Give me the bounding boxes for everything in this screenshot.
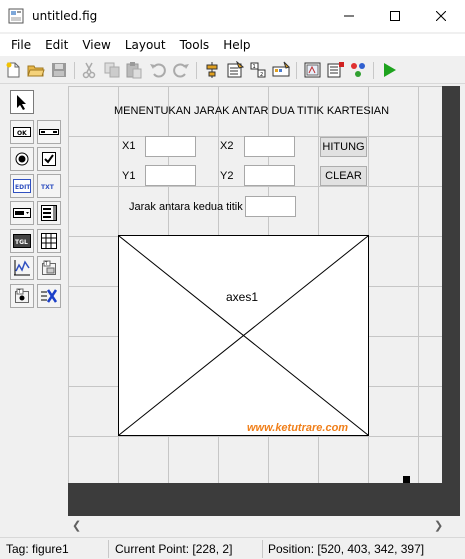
menu-help[interactable]: Help [216, 35, 257, 55]
toolbar: 12 [0, 57, 465, 84]
run-figure-icon[interactable] [380, 61, 398, 79]
toggle-button-icon[interactable]: TGL [10, 229, 34, 253]
axes1-label: axes1 [226, 290, 259, 304]
y2-label[interactable]: Y2 [220, 170, 233, 182]
menu-editor-icon[interactable] [226, 60, 245, 79]
panel-icon[interactable]: T [37, 256, 61, 280]
push-button-icon[interactable]: OK [10, 120, 34, 144]
status-tag: Tag: figure1 [6, 542, 69, 556]
status-separator [108, 540, 109, 558]
property-inspector-icon[interactable] [327, 61, 345, 79]
y1-input[interactable] [145, 165, 196, 186]
toolbar-separator [373, 62, 374, 79]
clear-button[interactable]: CLEAR [320, 166, 367, 186]
scroll-left-icon[interactable]: ❮ [72, 519, 81, 532]
axes-cross-lines [119, 236, 368, 435]
svg-text:OK: OK [17, 130, 27, 137]
redo-icon[interactable] [172, 61, 190, 79]
toolbar-separator [74, 62, 75, 79]
listbox-icon[interactable] [37, 201, 61, 225]
window-title: untitled.fig [32, 9, 98, 23]
svg-text:TXT: TXT [41, 184, 55, 191]
undo-icon[interactable] [149, 61, 167, 79]
button-group-icon[interactable]: T [10, 284, 34, 308]
axes1-placeholder[interactable]: axes1 www.ketutrare.com [118, 235, 369, 436]
y1-label[interactable]: Y1 [122, 170, 135, 182]
close-button[interactable] [418, 0, 464, 32]
open-folder-icon[interactable] [27, 61, 45, 79]
table-icon[interactable] [37, 229, 61, 253]
watermark-text: www.ketutrare.com [247, 422, 349, 434]
copy-icon[interactable] [103, 61, 121, 79]
menu-layout[interactable]: Layout [118, 35, 173, 55]
align-objects-icon[interactable] [203, 61, 221, 79]
save-icon[interactable] [50, 61, 68, 79]
edit-text-icon[interactable]: EDIT [10, 174, 34, 198]
svg-text:1: 1 [253, 64, 256, 70]
svg-text:T: T [17, 289, 21, 294]
paste-icon[interactable] [125, 61, 143, 79]
title-bar: untitled.fig [0, 0, 465, 32]
maximize-button[interactable] [372, 0, 418, 32]
figure-resize-handle[interactable] [403, 476, 410, 483]
menu-edit[interactable]: Edit [38, 35, 75, 55]
axes-icon[interactable] [10, 256, 34, 280]
toolbar-editor-icon[interactable] [272, 61, 290, 79]
component-palette: OK EDIT TXT TGL T T [8, 88, 63, 310]
status-position: Position: [520, 403, 342, 397] [268, 542, 425, 556]
svg-text:TGL: TGL [15, 239, 28, 246]
slider-icon[interactable] [37, 120, 61, 144]
distance-label[interactable]: Jarak antara kedua titik [129, 201, 243, 213]
cut-icon[interactable] [80, 61, 98, 79]
distance-output[interactable] [245, 196, 296, 217]
toolbar-separator [296, 62, 297, 79]
mfile-editor-icon[interactable] [304, 61, 322, 79]
svg-text:EDIT: EDIT [15, 184, 31, 191]
x1-input[interactable] [145, 136, 196, 157]
matlab-fig-icon [8, 8, 24, 24]
status-separator [262, 540, 263, 558]
radio-button-icon[interactable] [10, 147, 34, 171]
x1-label[interactable]: X1 [122, 140, 135, 152]
static-text-icon[interactable]: TXT [37, 174, 61, 198]
x2-input[interactable] [244, 136, 295, 157]
menu-file[interactable]: File [4, 35, 38, 55]
y2-input[interactable] [244, 165, 295, 186]
layout-canvas[interactable]: MENENTUKAN JARAK ANTAR DUA TITIK KARTESI… [68, 86, 460, 516]
status-bar: Tag: figure1 Current Point: [228, 2] Pos… [0, 537, 465, 559]
menu-bar: File Edit View Layout Tools Help [0, 34, 465, 56]
scroll-right-icon[interactable]: ❯ [434, 519, 443, 532]
svg-text:2: 2 [260, 72, 263, 78]
popup-menu-icon[interactable] [10, 201, 34, 225]
new-file-icon[interactable] [4, 61, 22, 79]
checkbox-icon[interactable] [37, 147, 61, 171]
select-arrow-icon[interactable] [10, 90, 34, 114]
hitung-button[interactable]: HITUNG [320, 137, 367, 157]
minimize-button[interactable] [326, 0, 372, 32]
toolbar-separator [196, 62, 197, 79]
object-browser-icon[interactable] [349, 61, 367, 79]
figure-title-text[interactable]: MENENTUKAN JARAK ANTAR DUA TITIK KARTESI… [114, 105, 389, 117]
activex-control-icon[interactable] [37, 284, 61, 308]
status-current-point: Current Point: [228, 2] [115, 542, 233, 556]
menu-view[interactable]: View [75, 35, 117, 55]
x2-label[interactable]: X2 [220, 140, 233, 152]
tab-order-editor-icon[interactable]: 12 [249, 61, 267, 79]
menu-tools[interactable]: Tools [173, 35, 217, 55]
horizontal-scrollbar[interactable]: ❮ ❯ [68, 516, 448, 533]
figure-grid[interactable]: MENENTUKAN JARAK ANTAR DUA TITIK KARTESI… [68, 86, 442, 483]
svg-text:T: T [44, 261, 48, 266]
